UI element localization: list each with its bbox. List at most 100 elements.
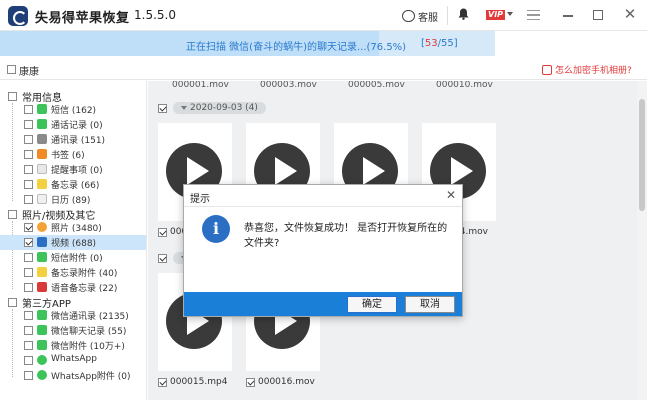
category-sidebar: 常用信息 短信 (162) 通话记录 (0) 通讯录 (151) 书签 (6) … <box>0 81 147 400</box>
sidebar-item-bookmarks[interactable]: 书签 (6) <box>0 147 146 162</box>
item-checkbox[interactable] <box>24 268 33 277</box>
sidebar-item-notes-attachments[interactable]: 备忘录附件 (40) <box>0 265 146 280</box>
item-checkbox[interactable] <box>24 120 33 129</box>
sidebar-item-calendar[interactable]: 日历 (89) <box>0 192 146 207</box>
dialog-close-icon[interactable]: ✕ <box>445 188 457 202</box>
item-checkbox[interactable] <box>24 253 33 262</box>
dialog-footer: 确定 取消 <box>184 292 462 316</box>
sidebar-item-label: 语音备忘录 (22) <box>51 284 118 294</box>
date-group-label: 2020-09-03 (4) <box>190 103 258 113</box>
date-group-header[interactable]: 2020-09-03 (4) <box>158 101 266 115</box>
sidebar-item-wechat-chats[interactable]: 微信聊天记录 (55) <box>0 323 146 338</box>
sidebar-item-label: 日历 (89) <box>51 196 91 206</box>
chevron-down-icon <box>181 106 187 110</box>
item-checkbox[interactable] <box>24 180 33 189</box>
customer-service-button[interactable]: 客服 <box>402 7 438 25</box>
notes-icon <box>37 179 47 189</box>
item-checkbox[interactable] <box>24 238 33 247</box>
file-name: 000001.mov <box>172 81 229 89</box>
group-checkbox[interactable] <box>158 253 167 263</box>
dialog-title: 提示 <box>190 194 210 205</box>
item-checkbox[interactable] <box>24 165 33 174</box>
device-checkbox[interactable] <box>7 65 16 74</box>
thumbs-up-icon <box>542 64 552 75</box>
file-name: 000005.mov <box>348 81 405 89</box>
item-checkbox[interactable] <box>24 223 33 232</box>
sidebar-item-sms[interactable]: 短信 (162) <box>0 102 146 117</box>
sidebar-item-label: 通讯录 (151) <box>51 136 106 146</box>
file-name: 000003.mov <box>260 81 317 89</box>
wechat-chat-icon <box>37 325 47 335</box>
item-checkbox[interactable] <box>24 105 33 114</box>
item-checkbox[interactable] <box>24 150 33 159</box>
file-label[interactable]: 000016.mov <box>246 376 315 388</box>
item-checkbox[interactable] <box>24 341 33 350</box>
sidebar-item-photos[interactable]: 照片 (3480) <box>0 220 146 235</box>
confirm-button[interactable]: 确定 <box>347 296 397 313</box>
sidebar-item-label: 书签 (6) <box>51 151 85 161</box>
wechat-contacts-icon <box>37 310 47 320</box>
sidebar-item-label: 视频 (688) <box>51 239 97 249</box>
sidebar-item-label: 微信附件 (10万+) <box>51 342 125 352</box>
date-group-pill[interactable]: 2020-09-03 (4) <box>173 102 266 114</box>
vip-badge[interactable]: VIP <box>486 10 506 20</box>
category-checkbox[interactable] <box>8 91 17 101</box>
item-checkbox[interactable] <box>24 356 33 365</box>
minimize-icon[interactable] <box>563 15 573 17</box>
divider <box>447 6 448 25</box>
progress-total: 55 <box>441 38 454 49</box>
sidebar-item-reminders[interactable]: 提醒事项 (0) <box>0 162 146 177</box>
item-checkbox[interactable] <box>24 311 33 320</box>
group-checkbox[interactable] <box>158 103 167 113</box>
sms-icon <box>37 104 47 114</box>
close-window-icon[interactable]: ✕ <box>622 6 638 22</box>
file-name: 000016.mov <box>258 377 315 387</box>
sidebar-item-videos[interactable]: 视频 (688) <box>0 235 146 250</box>
dialog-title-bar: 提示 ✕ <box>184 185 462 207</box>
scan-progress-bar: 正在扫描 微信(奋斗的蜗牛)的聊天记录...(76.5%) [53/55] <box>0 31 495 56</box>
item-checkbox[interactable] <box>24 135 33 144</box>
whatsapp-attachment-icon <box>37 370 47 380</box>
menu-icon[interactable] <box>527 10 540 20</box>
category-checkbox[interactable] <box>8 297 17 307</box>
sidebar-item-contacts[interactable]: 通讯录 (151) <box>0 132 146 147</box>
item-checkbox[interactable] <box>24 195 33 204</box>
item-checkbox[interactable] <box>24 371 33 380</box>
chat-bubble-icon <box>402 10 415 22</box>
category-common-info[interactable]: 常用信息 <box>8 89 62 104</box>
maximize-icon[interactable] <box>593 10 603 20</box>
file-checkbox[interactable] <box>246 377 255 387</box>
file-checkbox[interactable] <box>158 377 167 387</box>
reminder-icon <box>37 164 47 174</box>
sidebar-item-sms-attachments[interactable]: 短信附件 (0) <box>0 250 146 265</box>
progress-current: 53 <box>424 38 438 49</box>
sidebar-item-wechat-attachments[interactable]: 微信附件 (10万+) <box>0 338 146 353</box>
file-label[interactable]: 000015.mp4 <box>158 376 227 388</box>
category-third-party-apps[interactable]: 第三方APP <box>8 295 71 310</box>
app-logo-icon <box>8 6 28 26</box>
encrypt-album-link[interactable]: 怎么加密手机相册? <box>542 63 632 76</box>
sidebar-item-label: WhatsApp附件 (0) <box>51 372 131 382</box>
sidebar-item-voice-memos[interactable]: 语音备忘录 (22) <box>0 280 146 295</box>
category-checkbox[interactable] <box>8 209 17 219</box>
encrypt-album-label: 怎么加密手机相册? <box>555 66 632 76</box>
sidebar-item-notes[interactable]: 备忘录 (66) <box>0 177 146 192</box>
sidebar-item-whatsapp[interactable]: WhatsApp <box>0 353 146 368</box>
chevron-down-icon[interactable] <box>507 12 513 16</box>
cancel-button[interactable]: 取消 <box>405 296 455 313</box>
sidebar-item-calls[interactable]: 通话记录 (0) <box>0 117 146 132</box>
notes-attachment-icon <box>37 267 47 277</box>
file-checkbox[interactable] <box>158 227 167 237</box>
voice-memo-icon <box>37 282 47 292</box>
category-photos-videos[interactable]: 照片/视频及其它 <box>8 207 95 222</box>
bell-icon[interactable] <box>458 8 469 20</box>
item-checkbox[interactable] <box>24 326 33 335</box>
sidebar-item-whatsapp-attachments[interactable]: WhatsApp附件 (0) <box>0 368 146 383</box>
whatsapp-icon <box>37 355 47 365</box>
phone-icon <box>37 119 47 129</box>
sidebar-item-wechat-contacts[interactable]: 微信通讯录 (2135) <box>0 308 146 323</box>
scrollbar-thumb[interactable] <box>639 99 645 211</box>
progress-count: [53/55] <box>421 38 458 49</box>
item-checkbox[interactable] <box>24 283 33 292</box>
info-icon: i <box>202 215 230 243</box>
